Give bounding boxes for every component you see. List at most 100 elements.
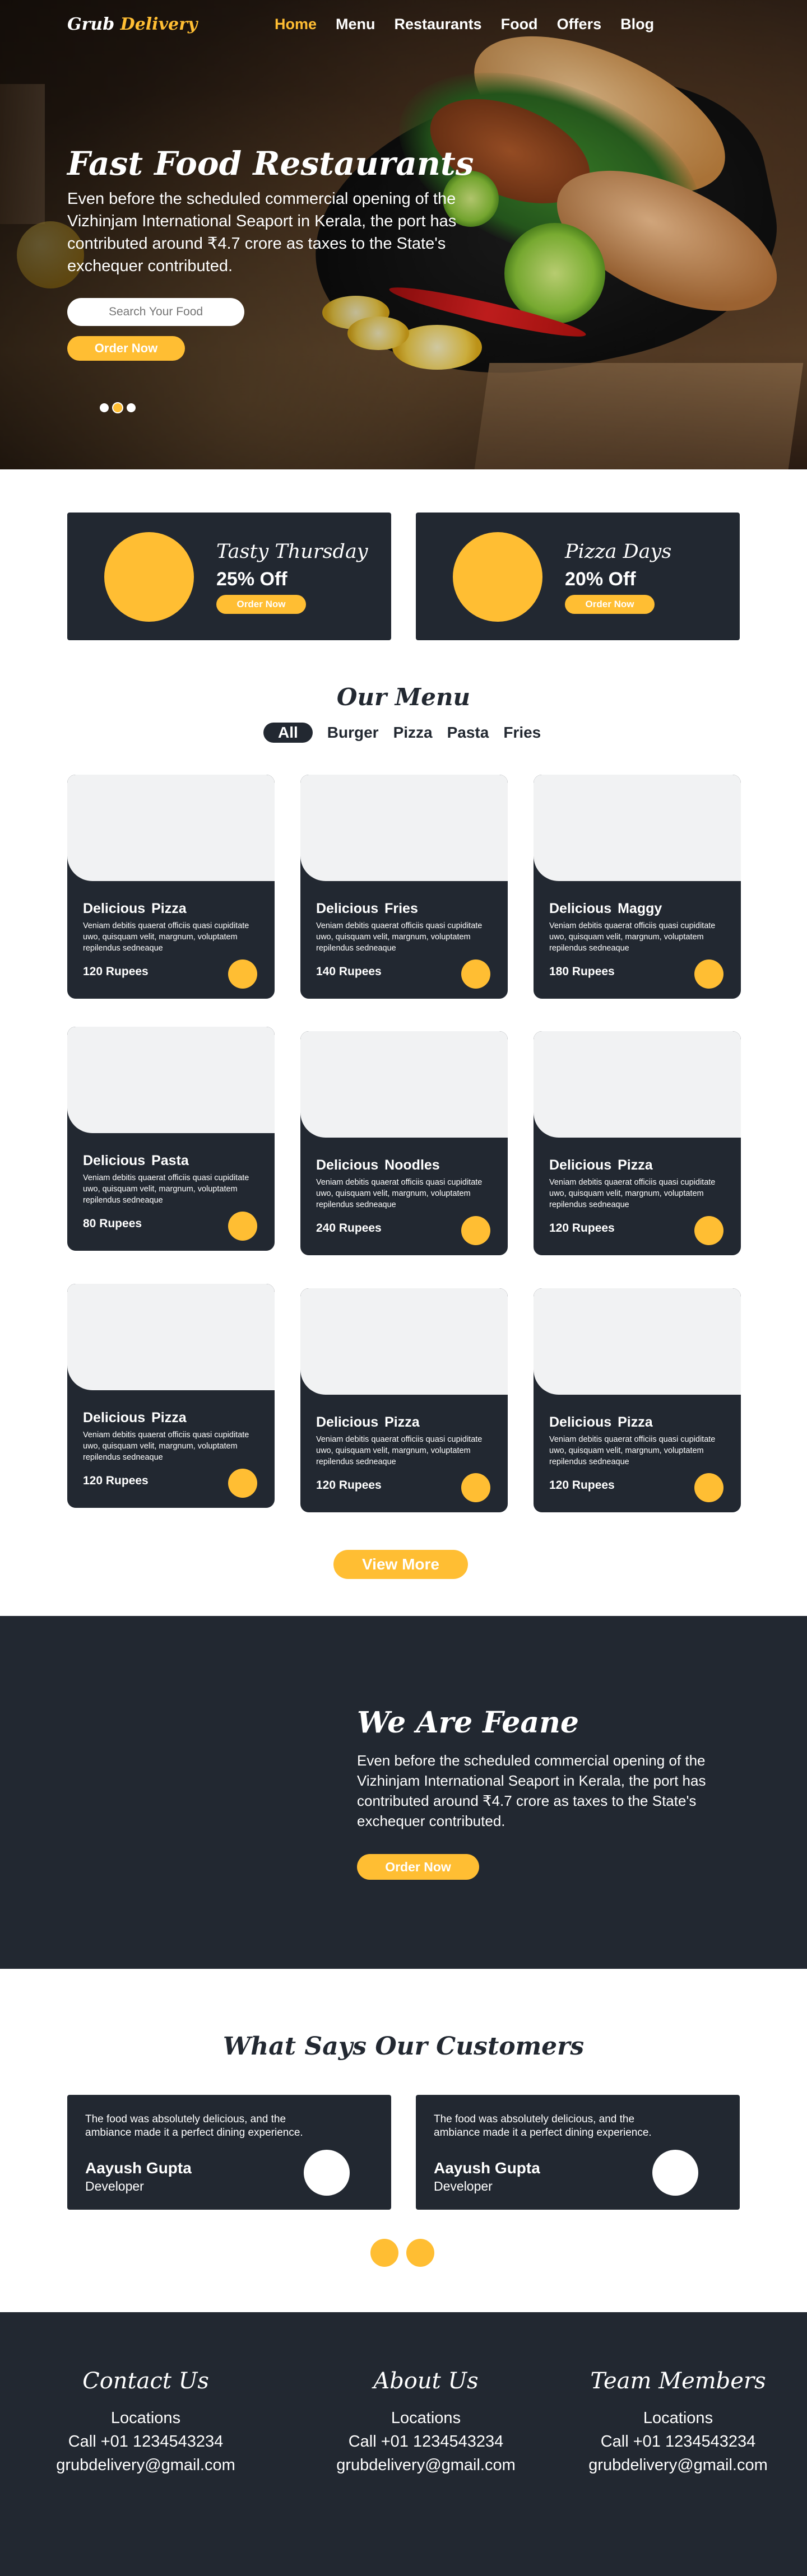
testimonial-text: The food was absolutely delicious, and t…: [85, 2113, 303, 2139]
menu-item-description: Veniam debitis quaerat officiis quasi cu…: [316, 1178, 483, 1209]
hero-title: Fast Food Restaurants: [67, 145, 474, 183]
filter-pasta[interactable]: Pasta: [447, 723, 489, 743]
footer-link-locations[interactable]: Locations: [28, 2406, 263, 2430]
add-to-cart-button[interactable]: [461, 1216, 490, 1245]
nav-link-menu[interactable]: Menu: [336, 16, 375, 33]
menu-item-price: 180 Rupees: [549, 965, 615, 978]
footer: Contact Us Locations Call +01 1234543234…: [0, 2312, 807, 2576]
hero-description: Even before the scheduled commercial ope…: [67, 190, 457, 275]
menu-item-card[interactable]: Delicious Pizza Veniam debitis quaerat o…: [534, 1288, 741, 1512]
testimonial-name: Aayush Gupta: [85, 2159, 192, 2177]
testimonial-card: The food was absolutely delicious, and t…: [67, 2095, 391, 2210]
menu-item-description: Veniam debitis quaerat officiis quasi cu…: [549, 1178, 716, 1209]
menu-item-name: Delicious Fries: [316, 901, 418, 916]
menu-item-image: [67, 1027, 275, 1133]
nav-link-restaurants[interactable]: Restaurants: [395, 16, 482, 33]
footer-phone[interactable]: Call +01 1234543234: [560, 2430, 796, 2453]
offer-card: Pizza Days 20% Off Order Now: [416, 513, 740, 640]
brand-name-part2: Delivery: [120, 15, 198, 34]
search-input[interactable]: [67, 298, 244, 326]
filter-all[interactable]: All: [263, 723, 313, 743]
menu-item-image: [534, 1031, 741, 1138]
menu-item-name: Delicious Pasta: [83, 1153, 189, 1168]
offer-discount: 20% Off: [565, 569, 636, 590]
menu-item-price: 80 Rupees: [83, 1217, 142, 1230]
footer-column-contact: Contact Us Locations Call +01 1234543234…: [28, 2368, 263, 2477]
carousel-prev-button[interactable]: [370, 2239, 398, 2267]
menu-section-title: Our Menu: [336, 683, 471, 711]
about-section: We Are Feane Even before the scheduled c…: [0, 1616, 807, 1969]
add-to-cart-button[interactable]: [694, 959, 723, 989]
filter-fries[interactable]: Fries: [503, 723, 541, 743]
footer-email[interactable]: grubdelivery@gmail.com: [308, 2453, 544, 2477]
menu-item-price: 120 Rupees: [549, 1222, 615, 1235]
nav-link-home[interactable]: Home: [275, 16, 317, 33]
add-to-cart-button[interactable]: [461, 1473, 490, 1502]
footer-link-locations[interactable]: Locations: [560, 2406, 796, 2430]
menu-item-price: 120 Rupees: [83, 1474, 149, 1487]
add-to-cart-button[interactable]: [228, 1469, 257, 1498]
footer-link-locations[interactable]: Locations: [308, 2406, 544, 2430]
hero-carousel-indicators: [100, 402, 136, 413]
menu-item-card[interactable]: Delicious Pizza Veniam debitis quaerat o…: [67, 775, 275, 999]
footer-phone[interactable]: Call +01 1234543234: [308, 2430, 544, 2453]
footer-heading: Team Members: [590, 2368, 766, 2394]
add-to-cart-button[interactable]: [694, 1473, 723, 1502]
filter-burger[interactable]: Burger: [327, 723, 379, 743]
carousel-dot[interactable]: [100, 403, 109, 412]
menu-item-card[interactable]: Delicious Noodles Veniam debitis quaerat…: [300, 1031, 508, 1255]
add-to-cart-button[interactable]: [228, 1212, 257, 1241]
carousel-dot-active[interactable]: [112, 402, 123, 413]
nav-link-offers[interactable]: Offers: [557, 16, 602, 33]
offer-image: [453, 532, 542, 622]
offer-card: Tasty Thursday 25% Off Order Now: [67, 513, 391, 640]
menu-filters: All Burger Pizza Pasta Fries: [263, 723, 541, 743]
menu-item-name: Delicious Pizza: [549, 1157, 653, 1173]
menu-item-name: Delicious Pizza: [83, 1410, 187, 1426]
menu-item-image: [300, 775, 508, 881]
menu-item-card[interactable]: Delicious Maggy Veniam debitis quaerat o…: [534, 775, 741, 999]
menu-item-price: 120 Rupees: [549, 1479, 615, 1492]
offer-image: [104, 532, 194, 622]
carousel-dot[interactable]: [127, 403, 136, 412]
hero-section: Grub Delivery Home Menu Restaurants Food…: [0, 0, 807, 469]
filter-pizza[interactable]: Pizza: [393, 723, 433, 743]
footer-column-about: About Us Locations Call +01 1234543234 g…: [308, 2368, 544, 2477]
menu-item-image: [300, 1031, 508, 1138]
view-more-button[interactable]: View More: [333, 1550, 468, 1579]
add-to-cart-button[interactable]: [461, 959, 490, 989]
testimonial-name: Aayush Gupta: [434, 2159, 540, 2177]
menu-item-description: Veniam debitis quaerat officiis quasi cu…: [549, 1435, 716, 1466]
menu-item-card[interactable]: Delicious Pasta Veniam debitis quaerat o…: [67, 1027, 275, 1251]
add-to-cart-button[interactable]: [228, 959, 257, 989]
add-to-cart-button[interactable]: [694, 1216, 723, 1245]
nav-link-food[interactable]: Food: [501, 16, 538, 33]
footer-email[interactable]: grubdelivery@gmail.com: [560, 2453, 796, 2477]
hero-order-now-button[interactable]: Order Now: [67, 336, 185, 361]
offer-discount: 25% Off: [216, 569, 287, 590]
footer-heading: Contact Us: [82, 2368, 209, 2394]
menu-item-image: [534, 775, 741, 881]
offer-order-now-button[interactable]: Order Now: [216, 595, 306, 614]
menu-item-card[interactable]: Delicious Fries Veniam debitis quaerat o…: [300, 775, 508, 999]
about-order-now-button[interactable]: Order Now: [357, 1854, 479, 1880]
about-description: Even before the scheduled commercial ope…: [357, 1752, 706, 1829]
menu-item-name: Delicious Noodles: [316, 1157, 440, 1173]
menu-item-price: 140 Rupees: [316, 965, 382, 978]
menu-item-image: [67, 1284, 275, 1390]
menu-item-name: Delicious Pizza: [316, 1414, 420, 1430]
menu-item-card[interactable]: Delicious Pizza Veniam debitis quaerat o…: [67, 1284, 275, 1508]
menu-item-description: Veniam debitis quaerat officiis quasi cu…: [316, 1435, 483, 1466]
nav-link-blog[interactable]: Blog: [620, 16, 654, 33]
menu-item-card[interactable]: Delicious Pizza Veniam debitis quaerat o…: [300, 1288, 508, 1512]
menu-item-image: [534, 1288, 741, 1395]
menu-item-name: Delicious Pizza: [83, 901, 187, 916]
footer-email[interactable]: grubdelivery@gmail.com: [28, 2453, 263, 2477]
menu-item-description: Veniam debitis quaerat officiis quasi cu…: [549, 921, 716, 953]
footer-phone[interactable]: Call +01 1234543234: [28, 2430, 263, 2453]
carousel-next-button[interactable]: [406, 2239, 434, 2267]
offer-order-now-button[interactable]: Order Now: [565, 595, 655, 614]
brand-logo[interactable]: Grub Delivery: [67, 15, 197, 34]
menu-item-price: 120 Rupees: [316, 1479, 382, 1492]
menu-item-card[interactable]: Delicious Pizza Veniam debitis quaerat o…: [534, 1031, 741, 1255]
